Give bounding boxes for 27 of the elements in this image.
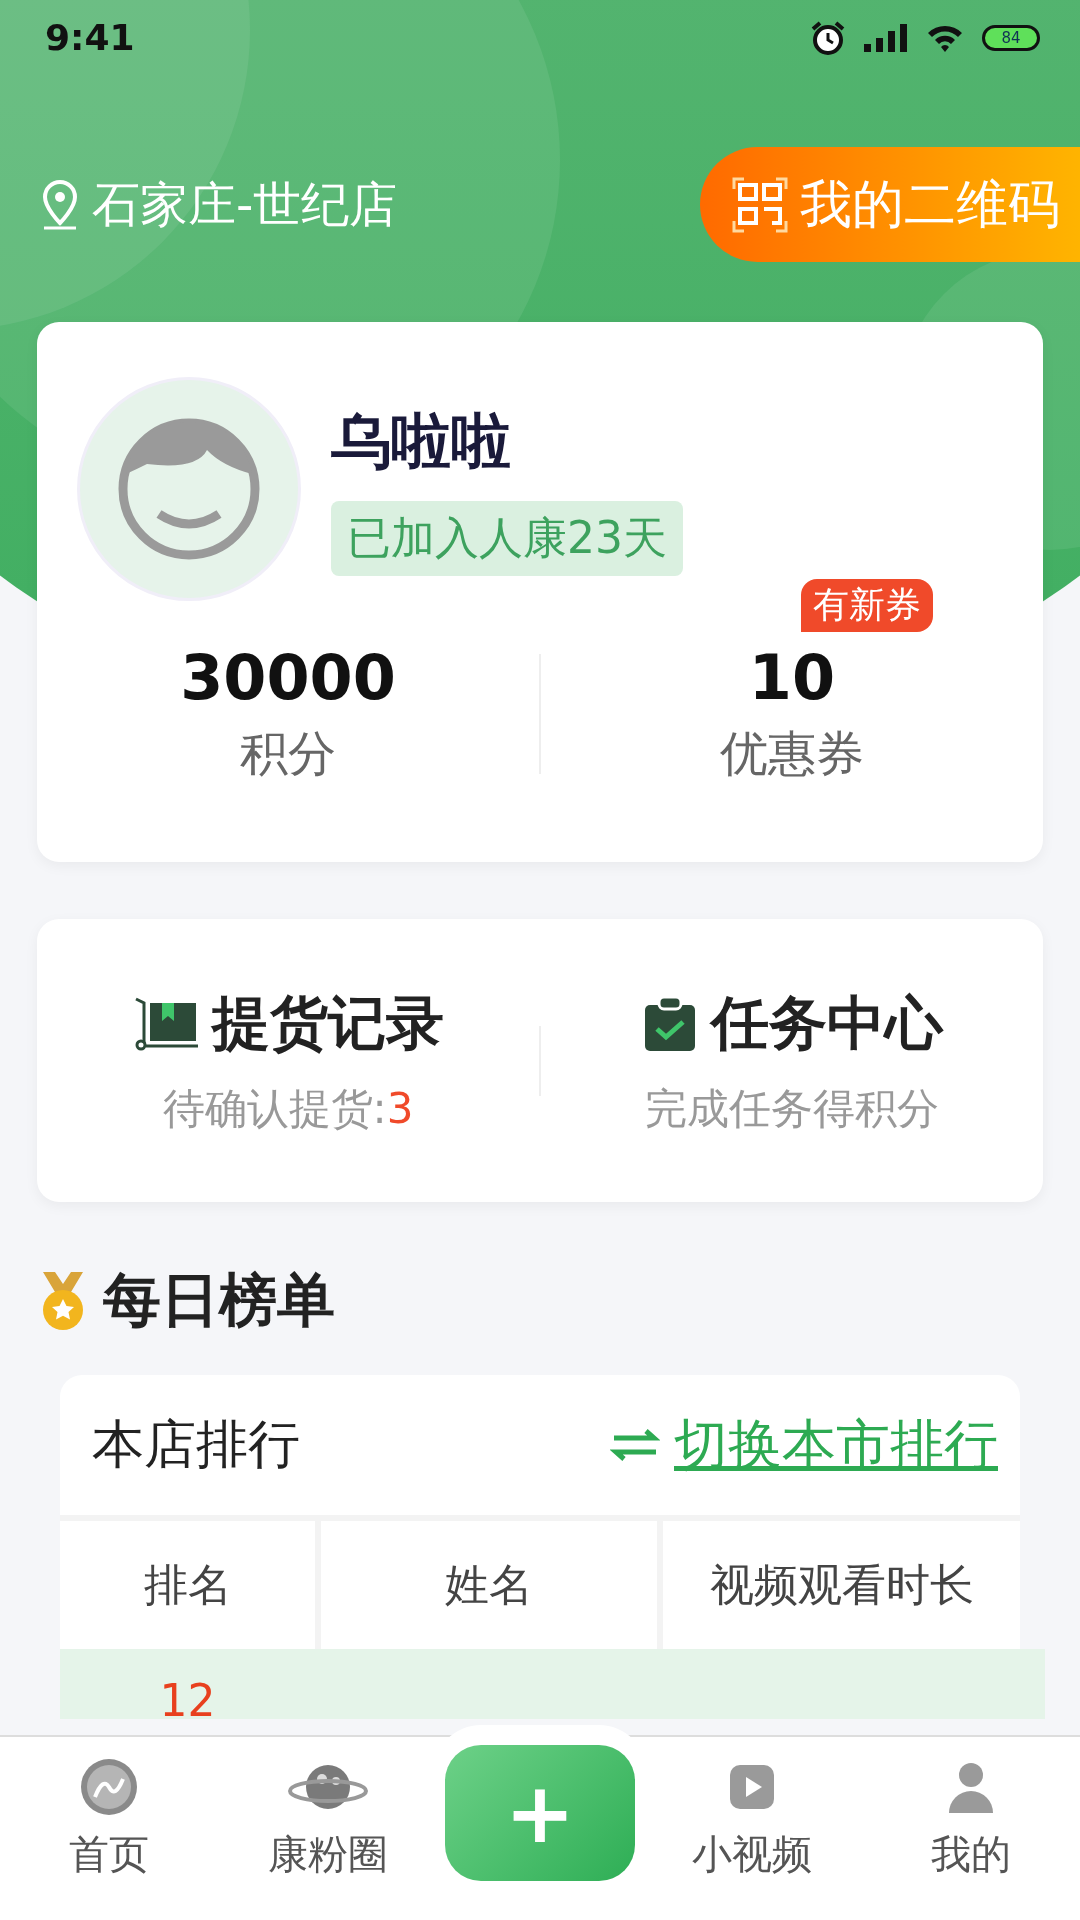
signal-icon — [864, 23, 908, 52]
rank-number: 12 — [158, 1674, 217, 1726]
tab-item[interactable]: 首页 — [0, 1737, 219, 1883]
stat-value[interactable]: 30000 — [180, 641, 396, 714]
status-time: 9:41 — [45, 17, 135, 58]
location-pin-icon — [40, 178, 80, 231]
tab-item[interactable]: 康粉圈 — [218, 1737, 437, 1883]
stat-label: 优惠券 — [720, 724, 864, 783]
stat-value[interactable]: 10 — [748, 641, 836, 714]
shortcut-subtitle: 待确认提货:3 — [162, 1082, 414, 1135]
stat-label: 积分 — [240, 724, 336, 783]
swap-icon — [610, 1428, 660, 1462]
tab-item[interactable]: 我的 — [861, 1737, 1080, 1883]
column-header: 姓名 — [321, 1521, 657, 1649]
column-header: 视频观看时长 — [663, 1521, 1020, 1649]
qr-code-icon — [732, 176, 788, 233]
shortcut-title[interactable]: 提货记录 — [212, 984, 444, 1063]
tab-item[interactable]: 小视频 — [643, 1737, 862, 1883]
alarm-icon — [810, 19, 846, 56]
user-name: 乌啦啦 — [331, 405, 512, 478]
ranking-scope: 本店排行 — [92, 1413, 300, 1476]
shortcut-title[interactable]: 任务中心 — [711, 984, 943, 1063]
shortcut-subtitle: 完成任务得积分 — [645, 1082, 939, 1135]
membership-badge: 已加入人康23天 — [331, 501, 683, 576]
new-tag: 有新券 — [801, 579, 933, 632]
section-title: 每日榜单 — [103, 1265, 335, 1336]
column-header: 排名 — [60, 1521, 315, 1649]
